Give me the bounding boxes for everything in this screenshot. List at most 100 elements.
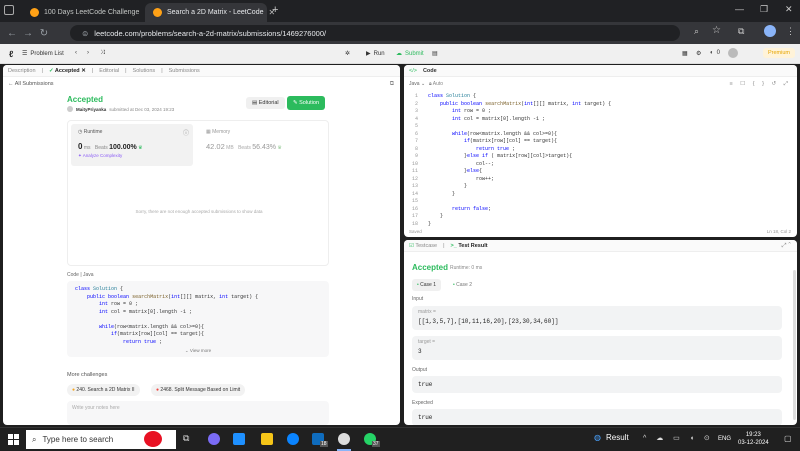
editor-code-lines[interactable]: 1 class Solution {2 public boolean search…	[404, 93, 611, 228]
system-tray-icons[interactable]: ^ ☁ ▭ ◖ ⊙	[643, 434, 714, 442]
case-2-tab[interactable]: • Case 2	[448, 279, 477, 291]
submitted-code-lines: class Solution { public boolean searchMa…	[75, 286, 321, 346]
debug-icon[interactable]: ✲	[345, 50, 350, 57]
challenge-chip-240[interactable]: ● 240. Search a 2D Matrix II	[67, 384, 140, 396]
notifications-icon[interactable]: ▢	[784, 434, 792, 443]
submission-panel: Description | ✓ Accepted ✕ | Editorial |…	[3, 65, 400, 425]
close-tab-icon[interactable]: ✕	[81, 68, 86, 74]
tab-accepted[interactable]: ✓ Accepted ✕	[49, 68, 86, 74]
weather-widget[interactable]: ◍ Result	[594, 433, 629, 442]
profile-avatar[interactable]	[764, 25, 776, 37]
file-explorer-icon[interactable]	[261, 433, 273, 445]
challenge-chip-2468[interactable]: ● 2468. Split Message Based on Limit	[151, 384, 246, 396]
code-line: class Solution {	[75, 286, 124, 292]
code-label: Code	[67, 272, 79, 278]
editor-line: 10 col--;	[411, 160, 495, 167]
tab-menu-icon[interactable]	[4, 5, 14, 15]
extensions-icon[interactable]: ⧉	[738, 26, 744, 37]
language-select[interactable]: Java ⌄	[409, 81, 425, 87]
case-1-tab[interactable]: • Case 1	[412, 279, 441, 291]
auto-mode-toggle[interactable]: 🔒︎ Auto	[429, 81, 443, 87]
store-icon[interactable]	[233, 433, 245, 445]
tab-test-result[interactable]: >_ Test Result	[451, 243, 488, 249]
minimize-icon[interactable]: —	[735, 4, 744, 14]
user-avatar[interactable]	[728, 48, 738, 58]
tab-submissions[interactable]: Submissions	[169, 68, 200, 74]
all-submissions-link[interactable]: ← All Submissions	[8, 81, 54, 87]
editor-line: 15	[411, 198, 418, 204]
restore-icon[interactable]: ❐	[760, 4, 768, 15]
analyze-complexity-link[interactable]: ✦ Analyze Complexity	[78, 153, 122, 159]
zoom-icon[interactable]: ⌕	[694, 26, 699, 37]
output-label: Output	[412, 367, 428, 373]
check-square-icon: ☑	[409, 242, 414, 249]
bing-highlight-icon[interactable]	[144, 431, 162, 447]
panel-window-icons[interactable]: ⤢ ⌃	[782, 243, 791, 250]
target-value: 3	[418, 348, 422, 355]
url-input[interactable]: ⊜ leetcode.com/problems/search-a-2d-matr…	[70, 25, 680, 41]
prev-problem-icon[interactable]: ‹	[75, 50, 77, 56]
memory-beats: 56.43%	[252, 144, 276, 151]
editor-line: 3 int row = 0 ;	[414, 108, 492, 114]
close-window-icon[interactable]: ✕	[785, 4, 793, 15]
site-info-icon[interactable]: ⊜	[82, 29, 88, 38]
copilot-icon[interactable]	[208, 433, 220, 445]
tab-editorial[interactable]: Editorial	[99, 68, 119, 74]
leetcode-header: ℓ ☰ Problem List ‹ › ⤨ ✲ ▶ Run ☁ Submit …	[0, 44, 800, 64]
tab-description[interactable]: Description	[8, 68, 36, 74]
browser-tab-search-matrix[interactable]: Search a 2D Matrix - LeetCode ✕	[145, 3, 275, 22]
browser-tab-bar: 100 Days LeetCode Challenge ✕ Search a 2…	[0, 0, 800, 22]
edge-icon[interactable]	[287, 433, 299, 445]
no-data-message: Sorry, there are not enough accepted sub…	[135, 209, 263, 214]
test-result-panel: ☑ Testcase | >_ Test Result ⤢ ⌃ Accepted…	[404, 240, 797, 425]
task-view-icon[interactable]: ⧉	[183, 433, 195, 445]
leetcode-logo-icon[interactable]: ℓ	[9, 49, 13, 59]
chrome-icon[interactable]	[338, 433, 350, 445]
problem-list-button[interactable]: ☰ Problem List	[22, 50, 64, 58]
result-scrollbar[interactable]	[793, 270, 796, 420]
shuffle-icon[interactable]: ⤨	[100, 50, 105, 57]
reload-icon[interactable]: ↻	[36, 28, 52, 39]
windows-start-icon[interactable]	[8, 434, 19, 445]
premium-button[interactable]: Premium	[763, 48, 796, 58]
notes-input[interactable]: Write your notes here	[67, 401, 329, 425]
code-line: int row = 0 ;	[99, 301, 139, 307]
editor-title: Code	[422, 67, 437, 74]
editor-line: 13 }	[411, 183, 468, 189]
editor-line: 11 }else{	[411, 168, 483, 174]
solution-button[interactable]: ✎ Solution	[287, 96, 326, 110]
runtime-label: Runtime	[83, 129, 103, 135]
bookmark-star-icon[interactable]: ☆	[712, 25, 721, 36]
layout-icon[interactable]: ▦	[682, 50, 688, 57]
back-icon[interactable]: ←	[4, 28, 20, 39]
code-editor-panel: </> Code Java ⌄ 🔒︎ Auto ≡ ☐ { } ↺ ⤢ 1 cla…	[404, 65, 797, 237]
editorial-button[interactable]: ▤ Editorial	[246, 97, 285, 109]
notes-icon[interactable]: ▤	[432, 50, 438, 57]
next-problem-icon[interactable]: ›	[87, 50, 89, 56]
editor-toolbar-icons[interactable]: ≡ ☐ { } ↺ ⤢	[730, 81, 791, 88]
saved-status: Saved	[409, 229, 422, 234]
browser-tab-challenge[interactable]: 100 Days LeetCode Challenge ✕	[22, 3, 151, 22]
view-more-button[interactable]: ⌄ View more	[67, 348, 329, 354]
browser-menu-icon[interactable]: ⋮	[786, 26, 795, 37]
runtime-title: ◷ Runtime	[78, 129, 103, 135]
run-button[interactable]: ▶ Run	[362, 49, 389, 58]
author-name[interactable]: MaityPriyanka	[76, 107, 106, 112]
forward-icon[interactable]: →	[20, 28, 36, 39]
new-tab-button[interactable]: +	[272, 4, 278, 16]
settings-icon[interactable]: ⚙	[696, 50, 701, 57]
tab-testcase[interactable]: ☑ Testcase	[409, 243, 437, 249]
dot-icon: •	[453, 282, 455, 288]
info-icon[interactable]: ⓘ	[183, 128, 189, 137]
tab-solutions[interactable]: Solutions	[133, 68, 156, 74]
streak-button[interactable]: ◐ 0	[710, 50, 720, 56]
memory-title[interactable]: ▦ Memory	[206, 129, 230, 135]
copy-link-icon[interactable]: ⧉	[390, 81, 394, 88]
language-indicator[interactable]: ENG	[718, 436, 731, 442]
submit-button[interactable]: ☁ Submit	[392, 49, 428, 58]
mail-badge: 18	[320, 441, 328, 447]
submitted-code-block[interactable]: class Solution { public boolean searchMa…	[67, 281, 329, 357]
hard-dot-icon: ●	[156, 387, 160, 393]
leetcode-favicon-icon	[30, 8, 39, 17]
clock[interactable]: 19:23 03-12-2024	[738, 431, 769, 447]
